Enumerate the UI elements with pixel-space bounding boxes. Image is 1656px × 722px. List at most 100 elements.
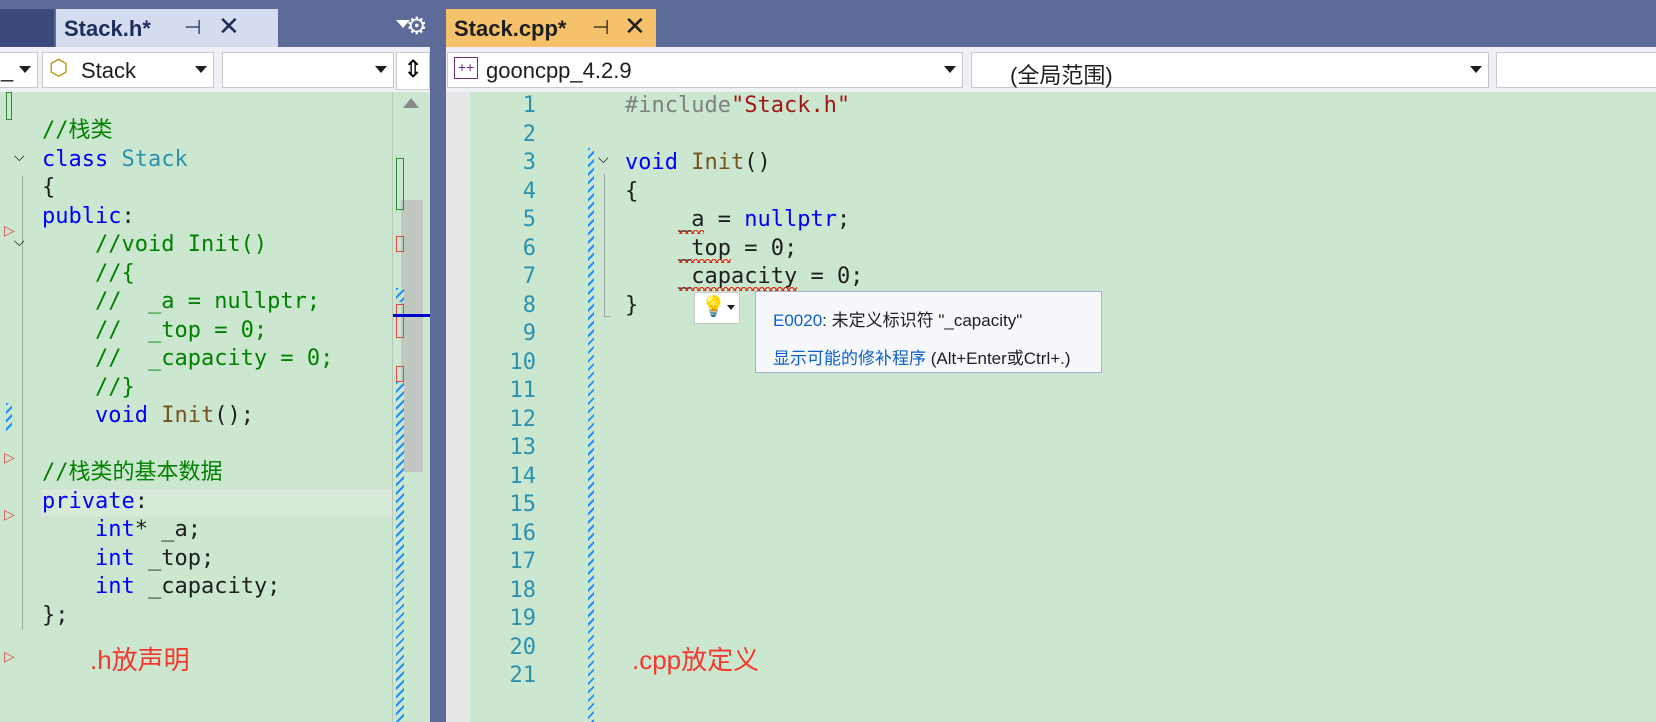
member-dropdown[interactable] bbox=[1496, 52, 1656, 88]
split-toggle-button[interactable]: ⇕ bbox=[396, 52, 430, 90]
code-line[interactable]: { bbox=[625, 177, 638, 207]
line-number: 11 bbox=[509, 378, 537, 403]
class-icon: ⬡ bbox=[49, 55, 69, 80]
line-number: 17 bbox=[509, 549, 537, 574]
pane-splitter[interactable] bbox=[430, 47, 446, 722]
line-number: 9 bbox=[522, 321, 536, 346]
left-scrollbar[interactable] bbox=[392, 92, 431, 722]
code-line[interactable]: class Stack bbox=[42, 145, 188, 175]
tab-stack-h[interactable]: Stack.h* ⊣ ✕ bbox=[56, 9, 278, 47]
code-line[interactable]: void Init() bbox=[625, 148, 771, 178]
code-line[interactable]: _a = nullptr; bbox=[625, 205, 850, 235]
close-icon[interactable]: ✕ bbox=[624, 12, 646, 42]
annotation-h: .h放声明 bbox=[90, 645, 190, 675]
left-scope-dropdown[interactable]: ⬡ Stack bbox=[42, 52, 214, 88]
code-token: // _capacity = 0; bbox=[94, 346, 334, 371]
scroll-marker bbox=[396, 304, 404, 338]
scroll-position-indicator bbox=[393, 314, 431, 317]
split-icon: ⇕ bbox=[403, 55, 424, 83]
change-marker bbox=[6, 92, 12, 120]
code-line[interactable]: _capacity = 0; bbox=[625, 262, 863, 292]
code-line[interactable]: // _capacity = 0; bbox=[42, 344, 333, 374]
code-token: int bbox=[94, 574, 135, 599]
scroll-up-icon[interactable] bbox=[403, 98, 419, 108]
fix-hint: 显示可能的修补程序 (Alt+Enter或Ctrl+.) bbox=[773, 344, 1071, 369]
left-member-dropdown[interactable] bbox=[222, 52, 394, 88]
code-line[interactable]: // _a = nullptr; bbox=[42, 287, 320, 317]
code-token: } bbox=[625, 292, 639, 318]
left-project-dropdown[interactable]: _ bbox=[0, 52, 38, 88]
code-token: : bbox=[121, 203, 135, 229]
code-token: //void Init() bbox=[94, 232, 268, 257]
left-code-area[interactable]: //栈类 class Stack{public: //void Init() //… bbox=[42, 116, 392, 628]
scroll-thumb[interactable] bbox=[401, 200, 423, 472]
code-token: { bbox=[42, 175, 56, 200]
line-number: 8 bbox=[522, 292, 536, 318]
code-token: "Stack.h" bbox=[730, 93, 851, 118]
change-marker bbox=[6, 403, 12, 431]
code-token: int bbox=[94, 545, 135, 571]
line-number: 10 bbox=[509, 349, 537, 375]
code-line[interactable]: //{ bbox=[42, 259, 135, 289]
code-line[interactable]: //栈类的基本数据 bbox=[42, 458, 223, 488]
code-line[interactable]: //void Init() bbox=[42, 230, 267, 260]
code-token: private bbox=[42, 488, 135, 514]
undefined-identifier-token: _capacity bbox=[677, 264, 798, 289]
close-icon[interactable]: ✕ bbox=[218, 12, 240, 42]
code-token: #include bbox=[625, 93, 731, 118]
undefined-identifier-token: _top bbox=[677, 235, 731, 261]
pin-icon[interactable]: ⊣ bbox=[184, 15, 201, 39]
error-code-link[interactable]: E0020 bbox=[773, 311, 822, 330]
line-number: 1 bbox=[522, 93, 536, 118]
code-line[interactable]: // _top = 0; bbox=[42, 316, 267, 346]
collapse-icon[interactable]: ⌵ bbox=[14, 149, 25, 165]
code-token: Stack bbox=[121, 146, 188, 172]
code-token: void bbox=[625, 150, 678, 175]
quick-actions-button[interactable]: 💡 bbox=[694, 292, 740, 324]
collapse-icon[interactable]: ⌵ bbox=[14, 234, 25, 250]
scroll-marker bbox=[396, 288, 404, 302]
error-tooltip: E0020: 未定义标识符 "_capacity" 显示可能的修补程序 (Alt… bbox=[755, 291, 1102, 373]
collapse-icon[interactable]: ⌵ bbox=[598, 151, 609, 167]
code-line[interactable]: _top = 0; bbox=[625, 234, 797, 264]
error-message: E0020: 未定义标识符 "_capacity" bbox=[773, 306, 1022, 331]
code-line[interactable]: private: bbox=[42, 487, 148, 517]
pin-icon[interactable]: ⊣ bbox=[592, 15, 609, 39]
tab-title: Stack.cpp* bbox=[454, 16, 567, 41]
tab-overflow[interactable] bbox=[0, 9, 54, 47]
scope-dropdown[interactable]: (全局范围) bbox=[971, 52, 1489, 88]
code-token: }; bbox=[42, 602, 69, 628]
line-number: 12 bbox=[509, 406, 537, 432]
code-token: //栈类的基本数据 bbox=[42, 460, 223, 485]
code-line[interactable]: } bbox=[625, 291, 638, 321]
show-fixes-link[interactable]: 显示可能的修补程序 bbox=[773, 349, 926, 368]
code-line[interactable]: void Init(); bbox=[42, 401, 254, 431]
code-line[interactable]: { bbox=[42, 173, 55, 203]
code-line[interactable]: //} bbox=[42, 373, 135, 403]
indicator-margin bbox=[446, 92, 470, 722]
code-line[interactable]: int _capacity; bbox=[42, 572, 280, 602]
code-token: Init bbox=[691, 150, 745, 175]
tab-stack-cpp[interactable]: Stack.cpp* ⊣ ✕ bbox=[446, 9, 656, 47]
code-line[interactable]: int _top; bbox=[42, 544, 214, 574]
lightbulb-error-icon: 💡 bbox=[701, 294, 726, 318]
line-number: 7 bbox=[522, 264, 536, 289]
gear-icon[interactable]: ⚙ bbox=[406, 12, 428, 40]
line-number: 18 bbox=[509, 577, 537, 603]
code-line[interactable]: }; bbox=[42, 601, 69, 631]
code-token: _capacity; bbox=[134, 574, 281, 599]
code-line[interactable]: public: bbox=[42, 202, 135, 232]
project-dropdown[interactable]: ++ gooncpp_4.2.9 bbox=[447, 52, 963, 88]
line-number: 6 bbox=[522, 235, 536, 261]
code-line[interactable]: //栈类 bbox=[42, 116, 113, 146]
scroll-marker bbox=[396, 366, 404, 382]
line-number: 20 bbox=[509, 634, 537, 660]
code-token: Init bbox=[161, 403, 215, 428]
code-line[interactable]: int* _a; bbox=[42, 515, 201, 545]
code-line[interactable]: #include"Stack.h" bbox=[625, 91, 850, 121]
